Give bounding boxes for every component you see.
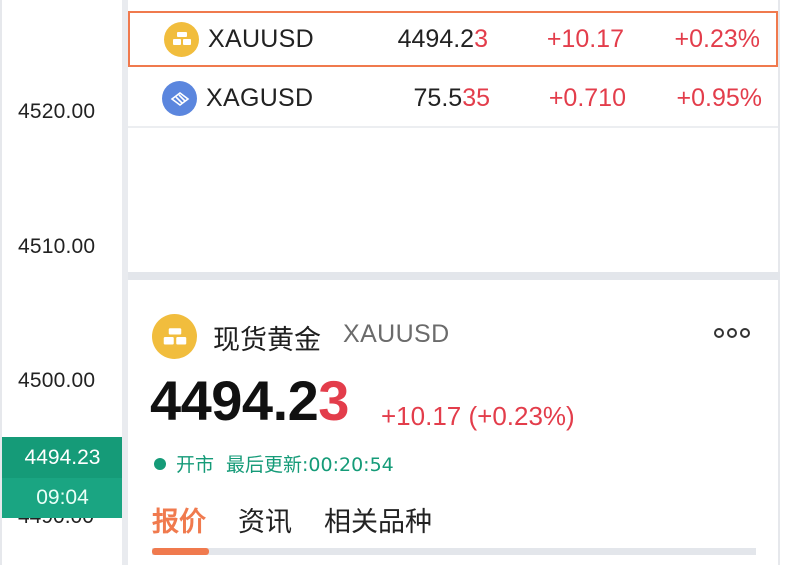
watchlist-row-xagusd[interactable]: XAGUSD 75.535 +0.710 +0.95% xyxy=(128,70,778,126)
watchlist-row-xauusd[interactable]: XAUUSD 4494.23 +10.17 +0.23% xyxy=(128,11,778,67)
status-dot-icon xyxy=(154,457,166,470)
last-updated: 最后更新:00:20:54 xyxy=(226,454,394,476)
section-divider xyxy=(128,272,780,280)
market-open-label: 开市 xyxy=(176,454,215,476)
price-change: +0.710 xyxy=(548,83,626,112)
axis-label: 4500.00 xyxy=(18,369,96,392)
crosshair-price-label: 4494.23 xyxy=(2,437,123,478)
instrument-detail-panel: 现货黄金 XAUUSD 4494.23 +10.17 (+0.23%) 开市 最… xyxy=(128,280,780,565)
price-axis: 4520.00 4510.00 4500.00 4490.00 4494.23 … xyxy=(0,0,123,565)
instrument-code: XAUUSD xyxy=(343,320,450,348)
active-tab-indicator xyxy=(152,548,209,555)
tab-quote[interactable]: 报价 xyxy=(152,500,206,539)
last-price: 4494.23 xyxy=(397,24,488,53)
tab-related[interactable]: 相关品种 xyxy=(324,500,432,539)
watchlist-panel: XAUUSD 4494.23 +10.17 +0.23% XAGUSD 75.5… xyxy=(128,0,780,272)
price-change: +10.17 xyxy=(546,24,624,53)
gold-bar-icon xyxy=(152,314,197,359)
detail-tabs: 报价 资讯 相关品种 xyxy=(152,500,464,539)
instrument-name: 现货黄金 xyxy=(213,325,321,356)
axis-label: 4520.00 xyxy=(18,100,96,123)
row-divider xyxy=(128,126,778,128)
symbol: XAGUSD xyxy=(206,83,314,112)
silver-bars-icon xyxy=(162,80,197,116)
price-change-percent: +0.23% xyxy=(674,24,761,53)
gold-bar-icon xyxy=(164,21,199,57)
symbol: XAUUSD xyxy=(208,24,314,53)
tab-news[interactable]: 资讯 xyxy=(238,500,292,539)
crosshair-time-label: 09:04 xyxy=(2,478,123,518)
market-status: 开市 最后更新:00:20:54 xyxy=(154,450,394,477)
axis-label: 4510.00 xyxy=(18,235,96,258)
price-change-percent: +0.95% xyxy=(676,83,763,112)
more-options-icon[interactable] xyxy=(714,328,750,338)
tab-track xyxy=(152,548,756,555)
current-price: 4494.23 xyxy=(150,369,349,432)
price-change-summary: +10.17 (+0.23%) xyxy=(381,401,575,431)
last-price: 75.535 xyxy=(413,83,490,112)
